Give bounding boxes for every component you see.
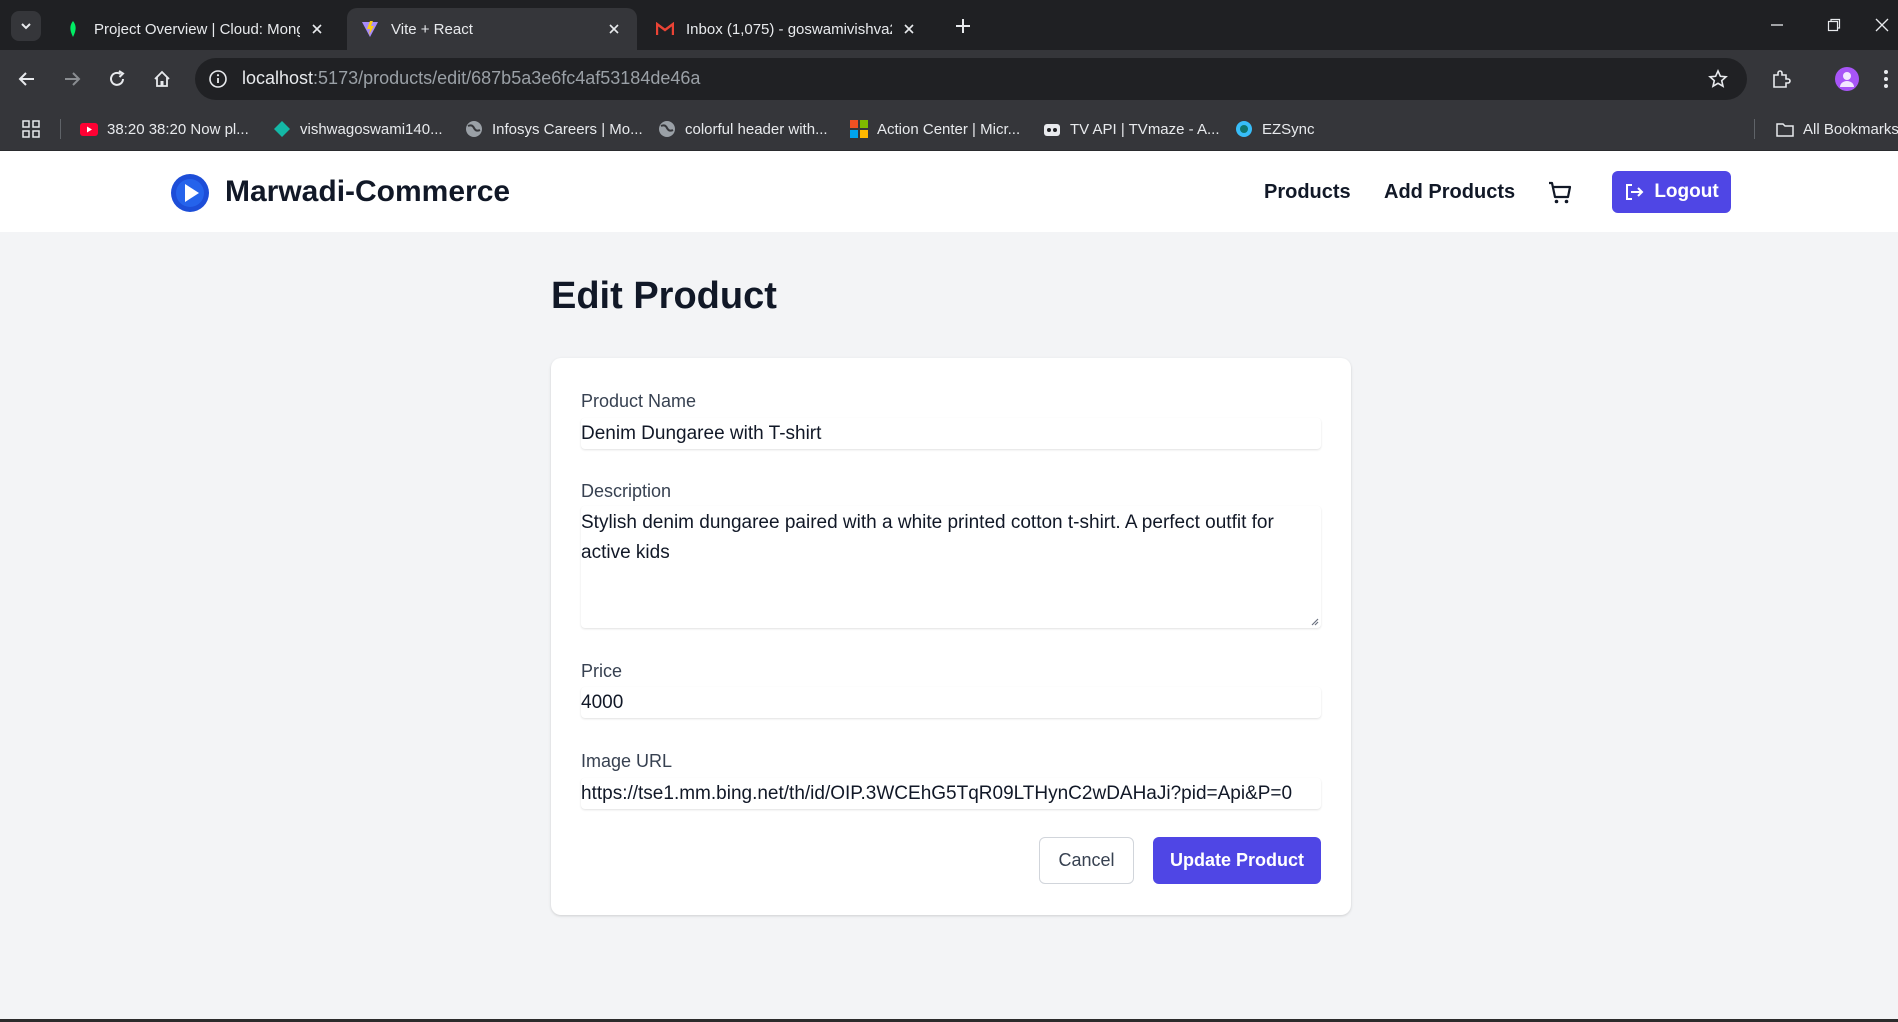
logout-button[interactable]: Logout xyxy=(1612,171,1731,213)
divider xyxy=(1754,119,1755,139)
close-icon xyxy=(1875,18,1889,32)
globe-icon xyxy=(465,120,483,138)
bookmark-label: 38:20 38:20 Now pl... xyxy=(107,120,249,138)
logout-label: Logout xyxy=(1654,181,1719,202)
diamond-icon xyxy=(273,120,291,138)
bookmarks-bar: 38:20 38:20 Now pl... vishwagoswami140..… xyxy=(0,107,1898,151)
tab-search-button[interactable] xyxy=(11,11,41,41)
description-text: Stylish denim dungaree paired with a whi… xyxy=(581,512,1274,563)
profile-button[interactable] xyxy=(1832,64,1862,94)
more-vertical-icon xyxy=(1884,70,1888,88)
product-name-label: Product Name xyxy=(581,391,697,411)
tab-mongodb[interactable]: Project Overview | Cloud: Mong xyxy=(50,8,340,50)
resize-grip-icon[interactable] xyxy=(1309,616,1319,626)
bookmark-label: Infosys Careers | Mo... xyxy=(492,120,643,138)
restore-icon xyxy=(1827,18,1841,32)
brand-name[interactable]: Marwadi-Commerce xyxy=(225,175,510,209)
browser-tab-strip: Project Overview | Cloud: Mong Vite + Re… xyxy=(0,0,1898,50)
gmail-icon xyxy=(656,20,674,38)
tab-vite-react[interactable]: Vite + React xyxy=(347,8,637,50)
image-url-label: Image URL xyxy=(581,751,673,771)
home-icon xyxy=(154,70,170,87)
cart-button[interactable] xyxy=(1546,179,1574,207)
price-input[interactable] xyxy=(581,687,1321,718)
close-icon[interactable] xyxy=(900,20,918,38)
close-window-button[interactable] xyxy=(1868,12,1896,38)
youtube-icon xyxy=(80,120,98,138)
divider xyxy=(60,119,61,139)
tab-title: Vite + React xyxy=(391,20,473,38)
forward-button[interactable] xyxy=(57,64,87,94)
chevron-down-icon xyxy=(21,23,31,30)
back-button[interactable] xyxy=(12,64,42,94)
price-label: Price xyxy=(581,661,623,681)
ezsync-icon xyxy=(1235,120,1253,138)
menu-button[interactable] xyxy=(1876,64,1896,94)
shopping-cart-icon xyxy=(1549,181,1572,204)
new-tab-button[interactable] xyxy=(950,13,976,39)
arrow-left-icon xyxy=(18,72,34,86)
logout-icon xyxy=(1626,184,1644,200)
home-button[interactable] xyxy=(147,64,177,94)
description-label: Description xyxy=(581,481,672,501)
bookmark-item[interactable]: vishwagoswami140... xyxy=(273,118,443,140)
brand-logo-icon[interactable] xyxy=(170,173,210,213)
bookmark-item[interactable]: colorful header with... xyxy=(658,118,828,140)
apps-grid-icon xyxy=(22,120,40,138)
page-title: Edit Product xyxy=(551,275,777,317)
bookmark-item[interactable]: EZSync xyxy=(1235,118,1315,140)
url-path: :5173/products/edit/687b5a3e6fc4af53184d… xyxy=(313,68,701,88)
tab-title: Project Overview | Cloud: Mong xyxy=(94,20,300,38)
close-icon[interactable] xyxy=(605,20,623,38)
bookmark-item[interactable]: Action Center | Micr... xyxy=(850,118,1020,140)
extensions-button[interactable] xyxy=(1766,64,1796,94)
bookmark-label: Action Center | Micr... xyxy=(877,120,1021,138)
puzzle-icon xyxy=(1773,70,1791,88)
globe-icon xyxy=(658,120,676,138)
bookmark-item[interactable]: 38:20 38:20 Now pl... xyxy=(80,118,249,140)
bookmark-label: EZSync xyxy=(1262,120,1315,138)
all-bookmarks-button[interactable]: All Bookmarks xyxy=(1776,118,1898,140)
nav-link-add-products[interactable]: Add Products xyxy=(1384,181,1515,204)
edit-product-form: Product Name Description Stylish denim d… xyxy=(551,358,1351,915)
url-host: localhost xyxy=(242,68,314,88)
tab-gmail[interactable]: Inbox (1,075) - goswamivishva2 xyxy=(642,8,932,50)
bookmark-label: colorful header with... xyxy=(685,120,828,138)
reload-button[interactable] xyxy=(102,64,132,94)
minimize-button[interactable] xyxy=(1763,12,1791,38)
bookmark-label: All Bookmarks xyxy=(1803,120,1898,138)
close-icon[interactable] xyxy=(308,20,326,38)
reload-icon xyxy=(110,70,125,86)
update-product-button[interactable]: Update Product xyxy=(1153,837,1321,884)
vite-icon xyxy=(361,20,379,38)
minimize-icon xyxy=(1771,24,1783,26)
bookmark-item[interactable]: Infosys Careers | Mo... xyxy=(465,118,643,140)
app-navbar: Marwadi-Commerce Products Add Products L… xyxy=(0,151,1898,232)
bookmark-star-icon[interactable] xyxy=(1705,66,1731,92)
plus-icon xyxy=(956,19,970,33)
tab-title: Inbox (1,075) - goswamivishva2 xyxy=(686,20,892,38)
tvmaze-icon xyxy=(1043,120,1061,138)
nav-link-products[interactable]: Products xyxy=(1264,181,1351,204)
bookmark-label: TV API | TVmaze - A... xyxy=(1070,120,1220,138)
description-textarea[interactable]: Stylish denim dungaree paired with a whi… xyxy=(581,506,1321,628)
site-info-icon[interactable] xyxy=(205,66,231,92)
avatar xyxy=(1835,67,1859,91)
product-name-input[interactable] xyxy=(581,418,1321,449)
restore-button[interactable] xyxy=(1820,12,1848,38)
bookmark-label: vishwagoswami140... xyxy=(300,120,443,138)
folder-icon xyxy=(1776,120,1794,138)
microsoft-icon xyxy=(850,120,868,138)
bookmark-item[interactable]: TV API | TVmaze - A... xyxy=(1043,118,1220,140)
mongodb-leaf-icon xyxy=(64,20,82,38)
browser-toolbar: localhost:5173/products/edit/687b5a3e6fc… xyxy=(0,50,1898,107)
address-bar[interactable]: localhost:5173/products/edit/687b5a3e6fc… xyxy=(195,58,1747,100)
image-url-input[interactable] xyxy=(581,778,1321,809)
cancel-button[interactable]: Cancel xyxy=(1039,837,1134,884)
apps-button[interactable] xyxy=(22,118,40,140)
arrow-right-icon xyxy=(65,72,81,86)
url-text[interactable]: localhost:5173/products/edit/687b5a3e6fc… xyxy=(242,68,700,89)
